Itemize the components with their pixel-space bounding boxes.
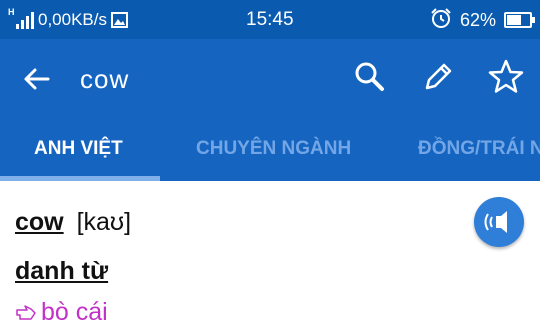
meaning-line: bò cái bbox=[15, 298, 108, 327]
status-time: 15:45 bbox=[246, 9, 294, 30]
headword[interactable]: cow bbox=[15, 208, 64, 236]
star-icon[interactable] bbox=[486, 57, 526, 97]
pronunciation: [kaʊ] bbox=[76, 208, 132, 236]
status-left: H 0,00KB/s bbox=[8, 7, 128, 32]
status-right: 62% bbox=[430, 7, 535, 34]
pencil-icon[interactable] bbox=[418, 57, 458, 97]
speaker-button[interactable] bbox=[474, 197, 524, 247]
speaker-icon bbox=[484, 211, 507, 233]
tab-dong-trai-nghia[interactable]: ĐỒNG/TRÁI NGHĨA bbox=[418, 138, 540, 160]
status-bar: H 0,00KB/s 15:45 62% bbox=[0, 0, 540, 39]
battery-icon bbox=[504, 12, 535, 28]
network-type-label: H bbox=[8, 7, 15, 17]
search-query: cow bbox=[80, 64, 130, 94]
net-speed: 0,00KB/s bbox=[38, 10, 107, 29]
headword-line: cow [kaʊ] bbox=[15, 208, 131, 237]
search-icon[interactable] bbox=[350, 57, 390, 97]
back-arrow-icon[interactable] bbox=[18, 61, 54, 97]
tab-bar: ANH VIỆT CHUYÊN NGÀNH ĐỒNG/TRÁI NGHĨA bbox=[0, 120, 540, 181]
signal-icon: H bbox=[8, 7, 34, 31]
battery-percent: 62% bbox=[459, 9, 496, 30]
tab-chuyen-nganh[interactable]: CHUYÊN NGÀNH bbox=[196, 138, 351, 160]
pointing-hand-icon bbox=[15, 302, 37, 324]
part-of-speech: danh từ bbox=[15, 257, 109, 285]
app-bar: cow bbox=[0, 39, 540, 120]
alarm-icon bbox=[430, 7, 452, 34]
tab-anh-viet[interactable]: ANH VIỆT bbox=[34, 138, 123, 160]
dictionary-entry: cow [kaʊ] danh từ bò cái bbox=[0, 181, 540, 333]
image-notification-icon bbox=[111, 12, 128, 28]
meaning: bò cái bbox=[41, 298, 108, 326]
